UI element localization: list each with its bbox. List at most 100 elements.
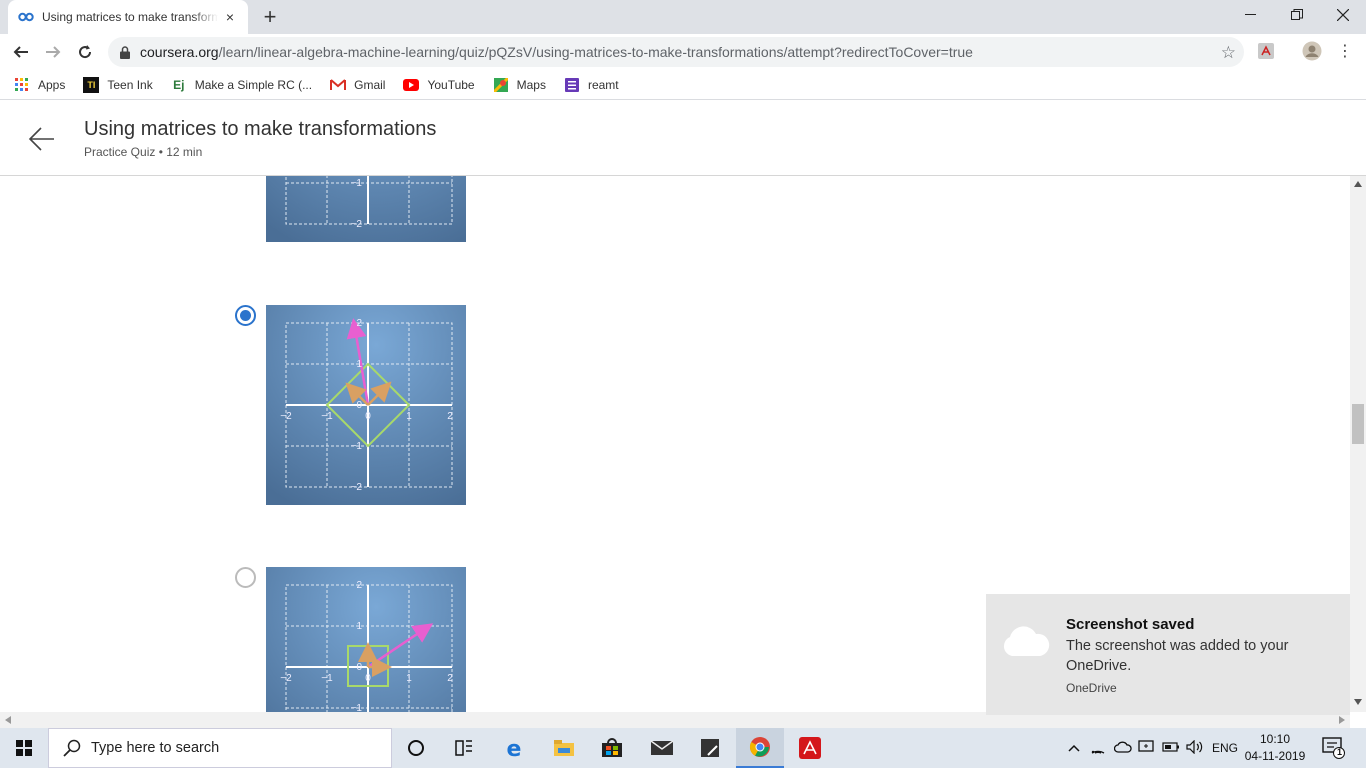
menu-dots-icon[interactable]: ⋮: [1334, 41, 1356, 63]
tick-label-y-neg1: −1: [351, 178, 363, 189]
maps-icon: [493, 77, 509, 93]
scroll-left-icon[interactable]: [5, 716, 11, 724]
bookmark-label: YouTube: [427, 77, 475, 92]
gmail-icon: [330, 77, 347, 93]
tick-label-x-1: 1: [406, 673, 412, 684]
teen-ink-icon: TI: [83, 76, 100, 93]
url-domain: coursera.org: [140, 44, 219, 60]
scroll-down-icon[interactable]: [1354, 699, 1362, 705]
answer-plot-b: 2 1 0 −1 −2 −2 −1 0 1 2: [266, 305, 466, 505]
tick-label-x-neg1: −1: [321, 673, 333, 684]
close-window-icon[interactable]: [1320, 0, 1366, 30]
answer-radio-c[interactable]: [235, 567, 256, 588]
bookmark-label: Make a Simple RC (...: [194, 77, 313, 92]
tick-label-y-2: 2: [356, 318, 362, 329]
sticky-app-icon[interactable]: [686, 728, 734, 768]
scroll-up-icon[interactable]: [1354, 181, 1362, 187]
bookmarks-bar: Apps TI Teen Ink Ej Make a Simple RC (..…: [0, 70, 1366, 100]
bookmark-label: Maps: [516, 77, 546, 92]
browser-tab[interactable]: Using matrices to make transformations ×: [8, 0, 248, 34]
search-icon: [63, 739, 81, 757]
back-arrow-icon[interactable]: [28, 126, 56, 157]
vertical-scrollbar[interactable]: [1350, 176, 1366, 712]
tick-label-x-0: 0: [365, 411, 371, 422]
toast-source: OneDrive: [1066, 681, 1117, 695]
bookmark-youtube[interactable]: YouTube: [403, 77, 475, 93]
tick-label-y-neg2: −2: [351, 219, 363, 230]
mail-icon[interactable]: [638, 728, 686, 768]
scroll-right-icon[interactable]: [1339, 716, 1345, 724]
volume-icon[interactable]: [1186, 739, 1204, 757]
tick-label-x-2: 2: [447, 673, 453, 684]
notification-count: 1: [1336, 747, 1342, 757]
tick-label-x-neg2: −2: [280, 673, 292, 684]
tick-label-x-0: 0: [365, 673, 371, 684]
minimize-icon[interactable]: [1228, 0, 1274, 30]
tick-label-x-2: 2: [447, 411, 453, 422]
tick-label-y-1: 1: [356, 359, 362, 370]
network-share-icon[interactable]: [1138, 739, 1156, 757]
bookmark-label: Apps: [38, 77, 66, 92]
bookmark-reamt[interactable]: reamt: [564, 77, 619, 93]
tick-label-y-1: 1: [356, 621, 362, 632]
tick-label-origin: 0: [356, 400, 362, 411]
url-path: /learn/linear-algebra-machine-learning/q…: [218, 44, 973, 60]
tick-label-x-neg2: −2: [280, 411, 292, 422]
pdf-extension-icon[interactable]: [1256, 41, 1278, 63]
restore-icon[interactable]: [1274, 0, 1320, 30]
tray-icons: ENG: [1068, 728, 1238, 768]
scrollbar-thumb[interactable]: [1352, 404, 1364, 444]
taskbar-search-box[interactable]: Type here to search: [48, 728, 392, 768]
bookmark-label: Teen Ink: [107, 77, 153, 92]
bookmark-make-rc[interactable]: Ej Make a Simple RC (...: [171, 77, 312, 93]
store-icon[interactable]: [588, 728, 636, 768]
bookmark-teen-ink[interactable]: TI Teen Ink: [83, 76, 153, 93]
task-view-icon[interactable]: [440, 728, 488, 768]
file-explorer-icon[interactable]: [540, 728, 588, 768]
bookmark-apps[interactable]: Apps: [14, 77, 65, 93]
toast-title: Screenshot saved: [1066, 616, 1195, 633]
cortana-icon[interactable]: [392, 728, 440, 768]
tick-label-y-neg1: −1: [351, 441, 363, 452]
youtube-icon: [403, 77, 420, 93]
answer-radio-b[interactable]: [235, 305, 256, 326]
profile-avatar-icon[interactable]: [1302, 41, 1324, 63]
windows-start-icon[interactable]: [0, 728, 48, 768]
wifi-icon[interactable]: [1090, 740, 1106, 757]
bookmark-star-icon[interactable]: ☆: [1221, 43, 1236, 63]
tab-close-icon[interactable]: ×: [222, 9, 238, 25]
answer-plot-a: −1 −2: [266, 176, 466, 242]
page-title: Using matrices to make transformations: [84, 118, 437, 140]
taskbar-clock[interactable]: 10:10 04-11-2019: [1240, 731, 1310, 765]
bookmark-gmail[interactable]: Gmail: [330, 77, 385, 93]
bookmark-maps[interactable]: Maps: [493, 77, 546, 93]
svg-text:e: e: [507, 737, 522, 759]
cloud-icon: [1003, 626, 1050, 656]
reload-icon[interactable]: [72, 39, 98, 65]
ej-icon: Ej: [173, 77, 185, 92]
onedrive-toast[interactable]: Screenshot saved The screenshot was adde…: [986, 594, 1350, 715]
apps-grid-icon: [14, 77, 30, 93]
acrobat-icon[interactable]: [786, 728, 834, 768]
toast-body: The screenshot was added to your OneDriv…: [1066, 638, 1289, 674]
forms-icon: [564, 77, 580, 93]
tick-label-origin: 0: [356, 662, 362, 673]
quiz-header: Using matrices to make transformations P…: [0, 102, 1366, 176]
edge-browser-icon[interactable]: e: [490, 728, 538, 768]
language-indicator[interactable]: ENG: [1212, 741, 1238, 755]
back-icon[interactable]: [8, 39, 34, 65]
search-placeholder: Type here to search: [91, 740, 220, 756]
browser-toolbar: coursera.org/learn/linear-algebra-machin…: [0, 34, 1366, 70]
new-tab-button[interactable]: +: [258, 4, 282, 29]
show-hidden-icons-icon[interactable]: [1068, 741, 1080, 755]
onedrive-tray-icon[interactable]: [1113, 741, 1132, 756]
battery-icon[interactable]: [1162, 741, 1180, 755]
coursera-icon: [18, 9, 34, 25]
lock-icon: [120, 45, 130, 59]
action-center-icon[interactable]: 1: [1322, 737, 1346, 759]
chrome-icon[interactable]: [736, 728, 784, 768]
answer-plot-c: 2 1 0 −1 −2 −1 0 1 2: [266, 567, 466, 712]
forward-icon[interactable]: [40, 39, 66, 65]
address-bar[interactable]: coursera.org/learn/linear-algebra-machin…: [108, 37, 1244, 67]
tab-title: Using matrices to make transformations: [42, 10, 218, 24]
